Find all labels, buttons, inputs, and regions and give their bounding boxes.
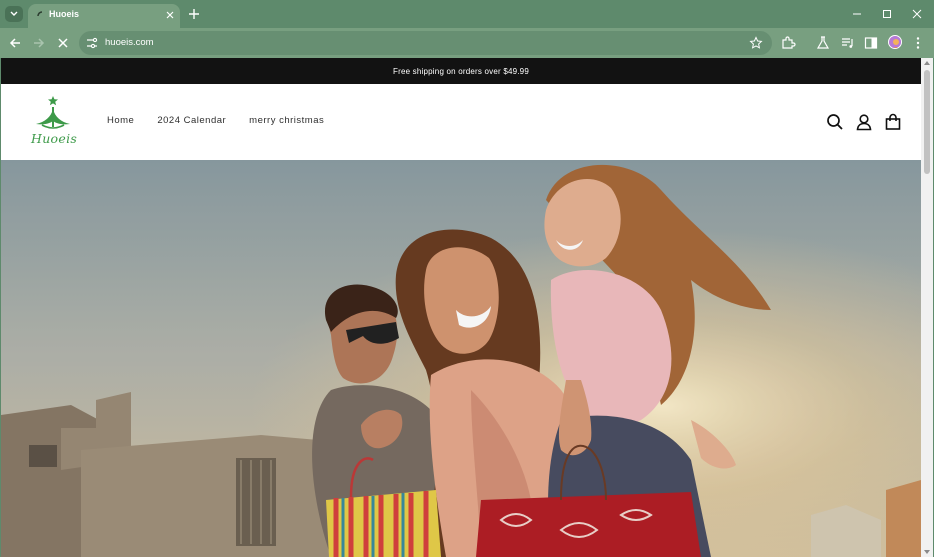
site-logo[interactable]: Huoeis [29,93,79,149]
nav-home[interactable]: Home [107,115,134,126]
page-viewport: Free shipping on orders over $49.99 Huoe… [1,58,933,557]
scroll-up-arrow-icon[interactable] [924,61,930,65]
loading-spinner-icon [37,11,43,17]
nav-merry-christmas[interactable]: merry christmas [249,115,324,126]
close-tab-icon[interactable] [164,9,176,21]
cart-bag-icon[interactable] [884,113,902,131]
main-navigation: Home 2024 Calendar merry christmas [107,115,347,126]
chevron-down-icon [10,11,18,16]
minimize-icon[interactable] [849,6,865,22]
search-icon[interactable] [826,113,844,131]
browser-toolbar: huoeis.com [0,28,934,58]
bookmark-star-icon[interactable] [749,36,763,50]
new-tab-button[interactable] [187,7,201,21]
more-menu-icon[interactable] [910,35,926,51]
media-controls-icon[interactable] [840,35,856,51]
side-panel-icon[interactable] [863,35,879,51]
tab-list-button[interactable] [5,6,23,22]
extensions-icon[interactable] [780,35,796,51]
stop-loading-icon[interactable] [55,35,71,51]
logo-text: Huoeis [31,131,78,146]
back-icon[interactable] [7,35,23,51]
labs-flask-icon[interactable] [815,35,831,51]
page-scrollbar[interactable] [921,58,933,557]
browser-tabstrip: Huoeis [0,0,934,28]
url-text: huoeis.com [105,37,154,48]
scrollbar-thumb[interactable] [924,70,930,174]
hero-banner-image[interactable] [1,160,921,557]
nav-2024-calendar[interactable]: 2024 Calendar [157,115,226,126]
christmas-tree-logo-icon [36,96,70,129]
tab-title: Huoeis [49,9,80,19]
account-icon[interactable] [855,113,873,131]
site-header: Huoeis Home 2024 Calendar merry christma… [1,84,921,160]
tab-huoeis[interactable]: Huoeis [28,4,180,28]
family-shopping-photo [1,160,921,557]
forward-icon[interactable] [31,35,47,51]
profile-avatar[interactable] [888,35,902,49]
site-info-icon[interactable] [85,36,99,50]
scroll-down-arrow-icon[interactable] [924,550,930,554]
maximize-icon[interactable] [879,6,895,22]
address-bar[interactable]: huoeis.com [79,31,772,55]
close-window-icon[interactable] [909,6,925,22]
announcement-bar: Free shipping on orders over $49.99 [1,58,921,84]
announcement-text: Free shipping on orders over $49.99 [393,66,529,76]
